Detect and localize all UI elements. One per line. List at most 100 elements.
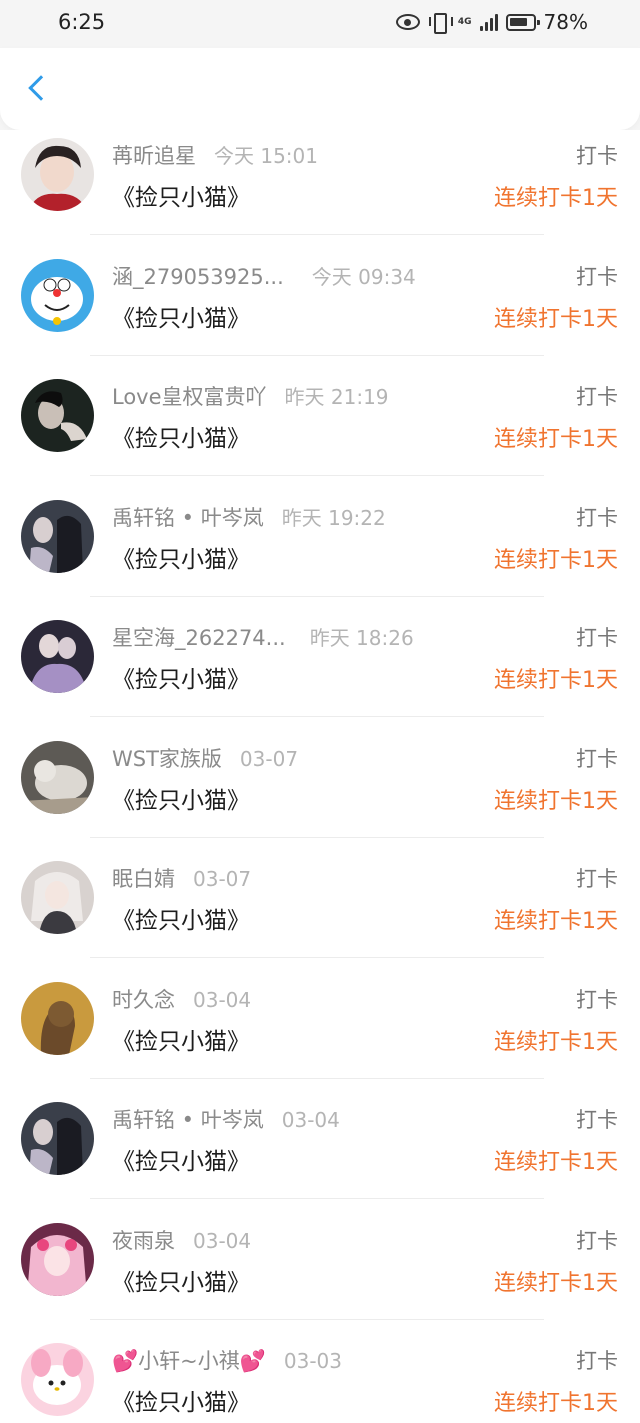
timestamp: 03-07 [239,747,299,771]
streak-label: 连续打卡1天 [494,1391,618,1416]
book-title[interactable]: 《捡只小猫》 [112,781,250,815]
list-item[interactable]: 禹轩铭 • 叶岑岚 昨天 19:22 打卡 《捡只小猫》 连续打卡1天 [0,492,640,612]
checkin-list[interactable]: 苒昕追星 今天 15:01 打卡 《捡只小猫》 连续打卡1天 涵_2790539… [0,130,640,1423]
list-item[interactable]: 禹轩铭 • 叶岑岚 03-04 打卡 《捡只小猫》 连续打卡1天 [0,1094,640,1214]
timestamp: 03-07 [193,867,252,891]
book-title[interactable]: 《捡只小猫》 [112,1142,250,1176]
user-name[interactable]: 时久念 [112,984,175,1014]
divider [90,716,544,717]
avatar[interactable] [21,138,94,211]
book-title[interactable]: 《捡只小猫》 [112,1022,250,1056]
battery-percent: 78% [543,10,588,34]
header-bar [0,48,640,130]
user-name[interactable]: 💕小轩~小祺💕 [112,1345,266,1375]
book-title[interactable]: 《捡只小猫》 [112,419,250,453]
avatar[interactable] [21,259,94,332]
divider [90,355,544,356]
book-title[interactable]: 《捡只小猫》 [112,1383,250,1417]
user-name[interactable]: 涵_279053925... [112,261,284,291]
timestamp: 03-04 [193,1229,252,1253]
name-line: 时久念 03-04 [112,984,251,1014]
status-bar: 6:25 4G 78% [0,0,640,48]
streak-label: 连续打卡1天 [494,548,618,573]
avatar[interactable] [21,861,94,934]
user-name[interactable]: WST家族版 [112,743,222,773]
streak-label: 连续打卡1天 [494,789,618,814]
list-item[interactable]: Love皇权富贵吖 昨天 21:19 打卡 《捡只小猫》 连续打卡1天 [0,371,640,491]
divider [90,234,544,235]
avatar[interactable] [21,982,94,1055]
avatar[interactable] [21,500,94,573]
battery-icon [505,13,540,31]
user-name[interactable]: 禹轩铭 • 叶岑岚 [112,502,264,532]
checkin-label: 打卡 [576,988,618,1012]
timestamp: 03-04 [193,988,252,1012]
checkin-label: 打卡 [576,265,618,289]
eye-icon [395,14,420,30]
checkin-label: 打卡 [576,1229,618,1253]
list-item[interactable]: 时久念 03-04 打卡 《捡只小猫》 连续打卡1天 [0,974,640,1094]
avatar[interactable] [21,379,94,452]
timestamp: 昨天 18:26 [309,626,414,650]
list-item[interactable]: 💕小轩~小祺💕 03-03 打卡 《捡只小猫》 连续打卡1天 [0,1335,640,1423]
vibrate-icon [428,12,453,34]
streak-label: 连续打卡1天 [494,307,618,332]
user-name[interactable]: 星空海_262274... [112,622,286,652]
chevron-left-icon [28,75,54,101]
timestamp: 昨天 21:19 [284,385,389,409]
user-name[interactable]: 苒昕追星 [112,140,196,170]
name-line: 💕小轩~小祺💕 03-03 [112,1345,342,1375]
checkin-label: 打卡 [576,1349,618,1373]
divider [90,1078,544,1079]
checkin-label: 打卡 [576,506,618,530]
checkin-label: 打卡 [576,867,618,891]
streak-label: 连续打卡1天 [494,1271,618,1296]
timestamp: 03-04 [281,1108,340,1132]
name-line: WST家族版 03-07 [112,743,298,773]
user-name[interactable]: 眠白婧 [112,863,175,893]
name-line: 禹轩铭 • 叶岑岚 昨天 19:22 [112,502,386,532]
streak-label: 连续打卡1天 [494,668,618,693]
list-item[interactable]: WST家族版 03-07 打卡 《捡只小猫》 连续打卡1天 [0,733,640,853]
user-name[interactable]: 夜雨泉 [112,1225,175,1255]
divider [90,957,544,958]
divider [90,1198,544,1199]
name-line: Love皇权富贵吖 昨天 21:19 [112,381,389,411]
status-time: 6:25 [58,10,106,34]
user-name[interactable]: Love皇权富贵吖 [112,381,267,411]
book-title[interactable]: 《捡只小猫》 [112,1263,250,1297]
avatar[interactable] [21,1102,94,1175]
name-line: 苒昕追星 今天 15:01 [112,140,318,170]
streak-label: 连续打卡1天 [494,427,618,452]
avatar[interactable] [21,1343,94,1416]
book-title[interactable]: 《捡只小猫》 [112,178,250,212]
user-name[interactable]: 禹轩铭 • 叶岑岚 [112,1104,264,1134]
status-icons: 4G 78% [395,10,588,34]
list-item[interactable]: 苒昕追星 今天 15:01 打卡 《捡只小猫》 连续打卡1天 [0,130,640,250]
list-item[interactable]: 夜雨泉 03-04 打卡 《捡只小猫》 连续打卡1天 [0,1215,640,1335]
name-line: 眠白婧 03-07 [112,863,251,893]
name-line: 涵_279053925... 今天 09:34 [112,261,416,291]
timestamp: 昨天 19:22 [281,506,386,530]
book-title[interactable]: 《捡只小猫》 [112,901,250,935]
avatar[interactable] [21,620,94,693]
book-title[interactable]: 《捡只小猫》 [112,540,250,574]
network-type-label: 4G [457,16,472,27]
name-line: 禹轩铭 • 叶岑岚 03-04 [112,1104,340,1134]
divider [90,475,544,476]
avatar[interactable] [21,741,94,814]
back-button[interactable] [14,66,58,110]
streak-label: 连续打卡1天 [494,186,618,211]
checkin-label: 打卡 [576,747,618,771]
list-item[interactable]: 星空海_262274... 昨天 18:26 打卡 《捡只小猫》 连续打卡1天 [0,612,640,732]
book-title[interactable]: 《捡只小猫》 [112,660,250,694]
checkin-label: 打卡 [576,144,618,168]
timestamp: 03-03 [283,1349,343,1373]
book-title[interactable]: 《捡只小猫》 [112,299,250,333]
list-item[interactable]: 涵_279053925... 今天 09:34 打卡 《捡只小猫》 连续打卡1天 [0,251,640,371]
streak-label: 连续打卡1天 [494,1030,618,1055]
list-item[interactable]: 眠白婧 03-07 打卡 《捡只小猫》 连续打卡1天 [0,853,640,973]
checkin-label: 打卡 [576,1108,618,1132]
avatar[interactable] [21,1223,94,1296]
streak-label: 连续打卡1天 [494,1150,618,1175]
